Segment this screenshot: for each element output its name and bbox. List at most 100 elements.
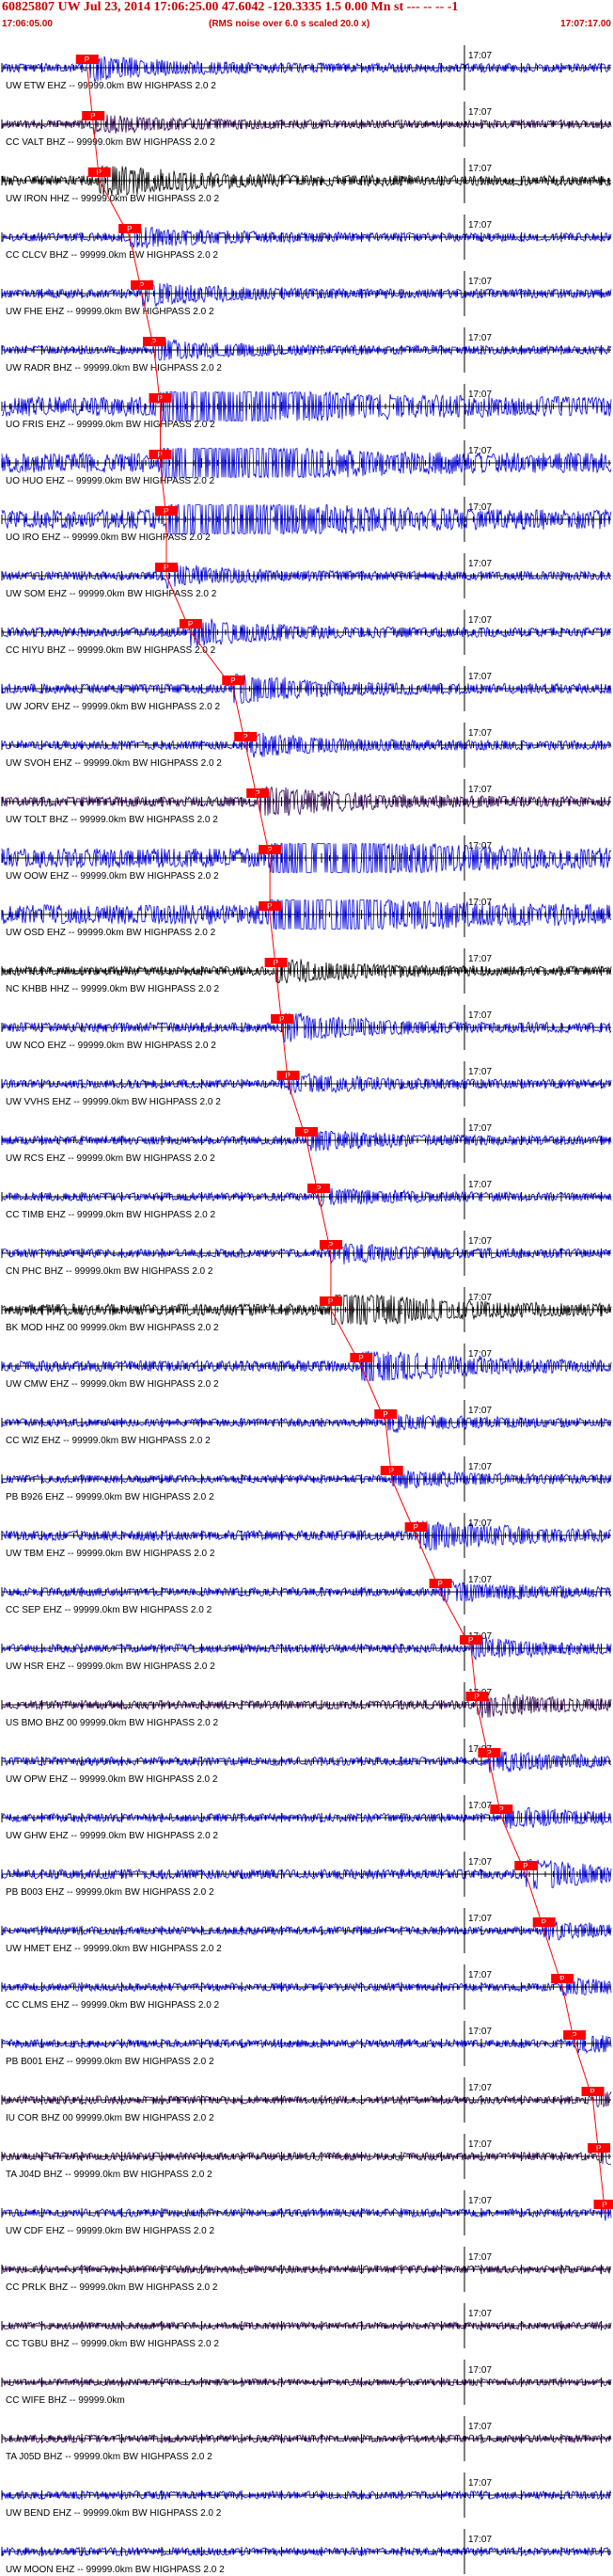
minute-label: 17:07 — [468, 1801, 492, 1811]
minute-label: 17:07 — [468, 898, 492, 908]
station-label: PB B001 EHZ -- 99999.0km BW HIGHPASS 2.0… — [6, 2057, 214, 2067]
station-label: UO FRIS EHZ -- 99999.0km BW HIGHPASS 2.0… — [6, 420, 215, 430]
station-label: CC CLCV BHZ -- 99999.0km BW HIGHPASS 2.0… — [6, 250, 218, 261]
station-label: UW IRON HHZ -- 99999.0km BW HIGHPASS 2.0… — [6, 194, 220, 204]
station-label: UW ETW EHZ -- 99999.0km BW HIGHPASS 2.0 … — [6, 81, 216, 91]
trace-row: 17:07 CC SEP EHZ -- 99999.0km BW HIGHPASS… — [1, 1569, 612, 1615]
minute-label: 17:07 — [468, 728, 492, 739]
station-label: UW CDF EHZ -- 99999.0km BW HIGHPASS 2.0 … — [6, 2226, 215, 2236]
station-label: UW MOON EHZ -- 99999.0km BW HIGHPASS 2.0… — [6, 2565, 225, 2575]
waveform — [1, 1693, 612, 1719]
station-label: NC KHBB HHZ -- 99999.0km BW HIGHPASS 2.0… — [6, 984, 220, 994]
trace-row: 17:07 CC TIMB EHZ -- 99999.0km BW HIGHPAS… — [1, 1174, 612, 1220]
waveform — [1, 731, 612, 758]
trace-row: 17:07UW TBM EHZ -- 99999.0km BW HIGHPASS… — [1, 1513, 611, 1559]
minute-label: 17:07 — [468, 220, 492, 231]
trace-row: 17:07UW HSR EHZ -- 99999.0km BW HIGHPASS… — [1, 1626, 612, 1672]
waveform — [1, 2088, 612, 2108]
station-label: UW RCS EHZ -- 99999.0km BW HIGHPASS 2.0 … — [6, 1153, 215, 1164]
minute-label: 17:07 — [468, 2478, 492, 2489]
station-label: CC PRLK BHZ -- 99999.0km BW HIGHPASS 2.0… — [6, 2282, 218, 2293]
start-time: 17:06:05.00 — [2, 19, 53, 29]
station-label: UW OSD EHZ -- 99999.0km BW HIGHPASS 2.0 … — [6, 928, 216, 938]
pick-label: P — [85, 56, 89, 64]
trace-row: 17:07 UW GHW EHZ -- 99999.0km BW HIGHPASS… — [1, 1795, 612, 1841]
trace-row: 17:07 PB B001 EHZ -- 99999.0km BW HIGHPAS… — [1, 2021, 612, 2067]
minute-label: 17:07 — [468, 1067, 492, 1077]
minute-label: 17:07 — [468, 107, 492, 118]
minute-label: 17:07 — [468, 1857, 492, 1868]
trace-row: 17:07UW OPW EHZ -- 99999.0km BW HIGHPASS… — [1, 1739, 611, 1785]
waveform — [1, 1469, 612, 1489]
trace-row: 17:07 UW SOM EHZ -- 99999.0km BW HIGHPASS… — [1, 553, 612, 599]
minute-label: 17:07 — [468, 2027, 492, 2037]
trace-row: 17:07 UW CMW EHZ -- 99999.0km BW HIGHPASS… — [1, 1344, 612, 1390]
station-label: UW OPW EHZ -- 99999.0km BW HIGHPASS 2.0 … — [6, 1774, 218, 1785]
station-label: UW OOW EHZ -- 99999.0km BW HIGHPASS 2.0 … — [6, 871, 219, 882]
trace-row: 17:07 UW RADR BHZ -- 99999.0km BW HIGHPAS… — [1, 327, 612, 374]
seismogram-header: 60825807 UW Jul 23, 2014 17:06:25.00 47.… — [0, 0, 613, 34]
trace-row: 17:07 CC HIYU BHZ -- 99999.0km BW HIGHPAS… — [1, 610, 612, 656]
station-label: UW CMW EHZ -- 99999.0km BW HIGHPASS 2.0 … — [6, 1379, 219, 1390]
waveform — [1, 2033, 612, 2055]
minute-label: 17:07 — [468, 2535, 492, 2545]
station-label: CC VALT BHZ -- 99999.0km BW HIGHPASS 2.0… — [6, 137, 215, 148]
trace-row: 17:07 TA J05D BHZ -- 99999.0km BW HIGHPAS… — [1, 2416, 612, 2462]
minute-label: 17:07 — [468, 2083, 492, 2093]
minute-label: 17:07 — [468, 2422, 492, 2432]
trace-row: 17:07 UW ETW EHZ -- 99999.0km BW HIGHPASS… — [1, 45, 612, 91]
station-label: PB B003 EHZ -- 99999.0km BW HIGHPASS 2.0… — [6, 1887, 214, 1898]
trace-row: 17:07 UW TOLT BHZ -- 99999.0km BW HIGHPAS… — [1, 779, 612, 825]
waveform — [1, 2202, 612, 2221]
waveform — [1, 2146, 612, 2166]
trace-row: 17:07 UW OSD EHZ -- 99999.0km BW HIGHPASS… — [1, 892, 612, 938]
station-label: TA J05D BHZ -- 99999.0km BW HIGHPASS 2.0… — [6, 2452, 212, 2462]
station-label: CC HIYU BHZ -- 99999.0km BW HIGHPASS 2.0… — [6, 645, 216, 656]
station-label: CC WIZ EHZ -- 99999.0km BW HIGHPASS 2.0 … — [6, 1436, 211, 1446]
trace-row: 17:07 CC WIZ EHZ -- 99999.0km BW HIGHPASS… — [1, 1400, 612, 1446]
trace-row: 17:07 CC PRLK BHZ -- 99999.0km BW HIGHPAS… — [1, 2247, 612, 2293]
station-label: BK MOD HHZ 00 99999.0km BW HIGHPASS 2.0 … — [6, 1323, 219, 1333]
trace-row: 17:07 UW HMET EHZ -- 99999.0km BW HIGHPAS… — [1, 1908, 612, 1954]
trace-row: 17:07 NC KHBB HHZ -- 99999.0km BW HIGHPAS… — [1, 948, 612, 994]
station-label: UW TOLT BHZ -- 99999.0km BW HIGHPASS 2.0… — [6, 815, 218, 825]
trace-row: 17:07 UW MOON EHZ -- 99999.0km BW HIGHPAS… — [1, 2529, 612, 2575]
pick-label: P — [230, 676, 235, 685]
waveform — [1, 1411, 612, 1434]
trace-row: 17:07 CC CLMS EHZ -- 99999.0km BW HIGHPAS… — [1, 1964, 612, 2011]
trace-row: 17:07 BK MOD HHZ 00 99999.0km BW HIGHPASS… — [1, 1287, 612, 1333]
trace-row: 17:07 UW IRON HHZ -- 99999.0km BW HIGHPAS… — [1, 158, 612, 204]
trace-row: 17:07US BMO BHZ 00 99999.0km BW HIGHPASS… — [1, 1682, 612, 1728]
waveform — [2, 224, 612, 248]
pick-label: P — [358, 1354, 363, 1362]
minute-label: 17:07 — [468, 1010, 492, 1021]
trace-row: 17:07UO IRO EHZ -- 99999.0km BW HIGHPASS… — [1, 497, 612, 543]
station-label: CC WIFE BHZ -- 99999.0km — [6, 2395, 125, 2406]
waveform — [1, 563, 612, 589]
minute-label: 17:07 — [468, 277, 492, 287]
minute-label: 17:07 — [468, 672, 492, 682]
station-label: UW BEND EHZ -- 99999.0km BW HIGHPASS 2.0… — [6, 2508, 222, 2519]
trace-row: 17:07UO FRIS EHZ -- 99999.0km BW HIGHPAS… — [1, 384, 612, 430]
station-label: UW TBM EHZ -- 99999.0km BW HIGHPASS 2.0 … — [6, 1549, 215, 1559]
event-title: 60825807 UW Jul 23, 2014 17:06:25.00 47.… — [2, 0, 459, 14]
station-label: UW JORV EHZ -- 99999.0km BW HIGHPASS 2.0… — [6, 702, 220, 712]
waveform — [1, 1579, 612, 1603]
minute-label: 17:07 — [468, 1575, 492, 1585]
minute-label: 17:07 — [468, 1123, 492, 1134]
minute-label: 17:07 — [468, 51, 492, 61]
station-label: UW RADR BHZ -- 99999.0km BW HIGHPASS 2.0… — [6, 363, 222, 374]
trace-row: 17:07 TA J04D BHZ -- 99999.0km BW HIGHPAS… — [1, 2134, 612, 2180]
minute-label: 17:07 — [468, 1970, 492, 1980]
trace-row: 17:07 UW SVOH EHZ -- 99999.0km BW HIGHPAS… — [1, 723, 612, 769]
station-label: UW SVOH EHZ -- 99999.0km BW HIGHPASS 2.0… — [6, 758, 222, 769]
trace-row: 17:07 UW JORV EHZ -- 99999.0km BW HIGHPAS… — [1, 666, 612, 712]
station-label: UW HSR EHZ -- 99999.0km BW HIGHPASS 2.0 … — [6, 1662, 215, 1672]
station-label: PB B926 EHZ -- 99999.0km BW HIGHPASS 2.0… — [6, 1492, 214, 1503]
trace-row: 17:07 CC CLCV BHZ -- 99999.0km BW HIGHPAS… — [1, 215, 612, 261]
trace-row: 17:07 UW FHE EHZ -- 99999.0km BW HIGHPASS… — [1, 271, 612, 317]
trace-row: 17:07 CC TGBU BHZ -- 99999.0km BW HIGHPAS… — [1, 2303, 612, 2349]
trace-row: 17:07 UW NCO EHZ -- 99999.0km BW HIGHPASS… — [1, 1005, 612, 1051]
seismogram-traces: 17:07 UW ETW EHZ -- 99999.0km BW HIGHPASS… — [1, 45, 613, 2575]
station-label: UW GHW EHZ -- 99999.0km BW HIGHPASS 2.0 … — [6, 1831, 218, 1841]
